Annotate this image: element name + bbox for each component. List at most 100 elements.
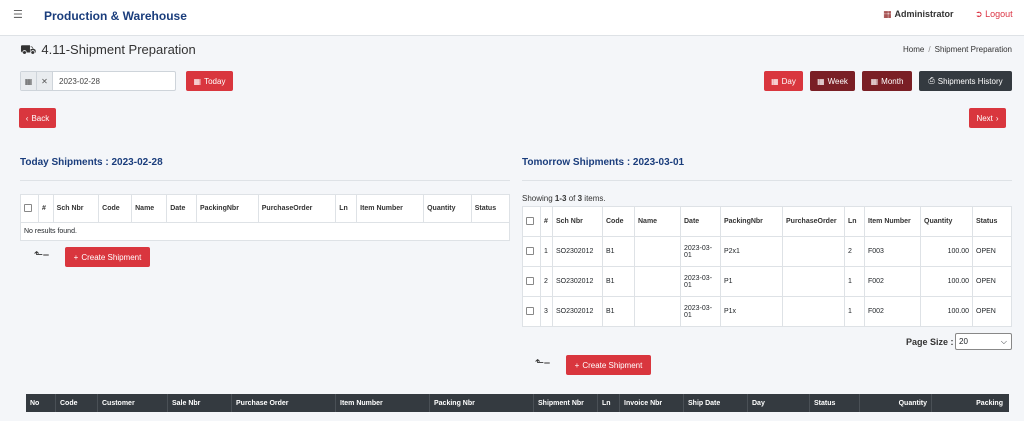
col-header[interactable]: Packing Nbr	[430, 394, 534, 412]
month-button[interactable]: ▦ Month	[862, 71, 912, 91]
brand-title[interactable]: Production & Warehouse	[44, 9, 187, 23]
col-header[interactable]: Status	[972, 206, 1012, 237]
day-button[interactable]: ▦ Day	[764, 71, 803, 91]
return-arrow-icon: ⬑⎯	[535, 357, 550, 369]
week-label: Week	[827, 76, 848, 86]
name-cell	[634, 236, 681, 267]
table-header-row: # Sch Nbr Code Name Date PackingNbr Purc…	[522, 206, 1012, 237]
col-header[interactable]: Quantity	[920, 206, 973, 237]
col-header[interactable]: Ship Date	[684, 394, 748, 412]
empty-message: No results found.	[20, 222, 510, 241]
logout-link[interactable]: ➲ Logout	[975, 9, 1013, 20]
col-header[interactable]: Day	[748, 394, 810, 412]
po-cell	[782, 296, 845, 327]
admin-menu[interactable]: ▦ Administrator	[883, 9, 954, 20]
col-header[interactable]: Shipment Nbr	[534, 394, 598, 412]
calendar-icon: ▦	[193, 76, 202, 86]
create-shipment-today-button[interactable]: + Create Shipment	[65, 247, 150, 267]
calendar-icon[interactable]: ▦	[21, 72, 37, 90]
col-header[interactable]: Date	[166, 194, 198, 223]
breadcrumb-home[interactable]: Home	[903, 45, 924, 54]
col-header[interactable]: Quantity	[423, 194, 472, 223]
packing-cell: P1	[720, 266, 783, 297]
col-header[interactable]: Item Number	[336, 394, 430, 412]
col-header[interactable]: Status	[470, 194, 511, 223]
col-header[interactable]: Name	[634, 206, 681, 237]
row-checkbox[interactable]	[526, 306, 534, 315]
row-number: 1	[540, 236, 553, 267]
col-header[interactable]: Customer	[98, 394, 168, 412]
shipments-table-header: No Code Customer Sale Nbr Purchase Order…	[26, 394, 1009, 412]
item-cell: F003	[864, 236, 921, 267]
col-header[interactable]: Sale Nbr	[168, 394, 232, 412]
col-header[interactable]: Quantity	[860, 394, 932, 412]
col-header[interactable]: Status	[810, 394, 860, 412]
col-header[interactable]: Purchase Order	[232, 394, 336, 412]
menu-icon[interactable]: ☰	[13, 8, 23, 21]
col-header[interactable]: Ln	[598, 394, 620, 412]
history-label: Shipments History	[937, 76, 1003, 86]
calendar-icon: ▦	[771, 76, 779, 86]
table-row[interactable]: 2 SO2302012 B1 2023-03-01 P1 1 F002 100.…	[522, 266, 1012, 297]
col-header[interactable]: PackingNbr	[720, 206, 783, 237]
plus-icon: +	[73, 252, 79, 262]
col-header[interactable]: Item Number	[864, 206, 921, 237]
select-all-checkbox[interactable]	[526, 216, 534, 225]
logout-icon: ➲	[975, 9, 983, 19]
col-header[interactable]: No	[26, 394, 56, 412]
col-header[interactable]: #	[38, 194, 54, 223]
showing-of: of	[566, 194, 578, 203]
chevron-right-icon: ›	[995, 113, 999, 123]
logout-label: Logout	[985, 9, 1013, 19]
row-checkbox[interactable]	[526, 276, 534, 285]
admin-label: Administrator	[894, 9, 954, 19]
row-select-cell	[522, 236, 541, 267]
back-button[interactable]: ‹ Back	[19, 108, 56, 128]
col-header[interactable]: Name	[131, 194, 168, 223]
po-cell	[782, 236, 845, 267]
next-label: Next	[976, 113, 993, 123]
create-label: Create Shipment	[582, 360, 643, 370]
date-picker[interactable]: ▦ ✕ 2023-02-28	[20, 71, 176, 91]
page-size-select[interactable]: 20 ⌵	[955, 333, 1012, 350]
divider	[522, 180, 1012, 181]
today-button[interactable]: ▦ Today	[186, 71, 233, 91]
select-all-checkbox[interactable]	[24, 203, 32, 212]
col-header[interactable]: Invoice Nbr	[620, 394, 684, 412]
showing-prefix: Showing	[522, 194, 555, 203]
col-header[interactable]: PurchaseOrder	[782, 206, 845, 237]
name-cell	[634, 296, 681, 327]
table-row[interactable]: 1 SO2302012 B1 2023-03-01 P2x1 2 F003 10…	[522, 236, 1012, 267]
print-icon: ⎙	[928, 76, 935, 85]
col-header[interactable]: Code	[56, 394, 98, 412]
plus-icon: +	[574, 360, 580, 370]
date-cell: 2023-03-01	[680, 236, 721, 267]
col-header[interactable]: #	[540, 206, 553, 237]
col-header[interactable]: Ln	[335, 194, 358, 223]
table-row[interactable]: 3 SO2302012 B1 2023-03-01 P1x 1 F002 100…	[522, 296, 1012, 327]
col-header[interactable]: Ln	[844, 206, 865, 237]
col-header[interactable]: Code	[98, 194, 133, 223]
col-header[interactable]: PurchaseOrder	[257, 194, 337, 223]
col-header[interactable]: Date	[680, 206, 721, 237]
week-button[interactable]: ▦ Week	[810, 71, 855, 91]
col-header[interactable]: Sch Nbr	[552, 206, 603, 237]
next-button[interactable]: Next ›	[969, 108, 1006, 128]
clear-date-icon[interactable]: ✕	[37, 72, 53, 90]
month-label: Month	[881, 76, 904, 86]
col-header[interactable]: PackingNbr	[196, 194, 259, 223]
quantity-cell: 100.00	[920, 236, 973, 267]
row-select-cell	[522, 266, 541, 297]
page-title-text: 4.11-Shipment Preparation	[41, 42, 196, 57]
col-header[interactable]: Code	[602, 206, 635, 237]
shipments-history-button[interactable]: ⎙ Shipments History	[919, 71, 1012, 91]
create-shipment-tomorrow-button[interactable]: + Create Shipment	[566, 355, 651, 375]
chevron-left-icon: ‹	[25, 113, 29, 123]
col-header[interactable]: Sch Nbr	[52, 194, 100, 223]
today-shipments-table: # Sch Nbr Code Name Date PackingNbr Purc…	[20, 194, 511, 241]
date-input[interactable]: 2023-02-28	[53, 77, 100, 86]
po-cell	[782, 266, 845, 297]
row-checkbox[interactable]	[526, 246, 534, 255]
col-header[interactable]: Item Number	[356, 194, 425, 223]
col-header[interactable]: Packing	[932, 394, 1009, 412]
